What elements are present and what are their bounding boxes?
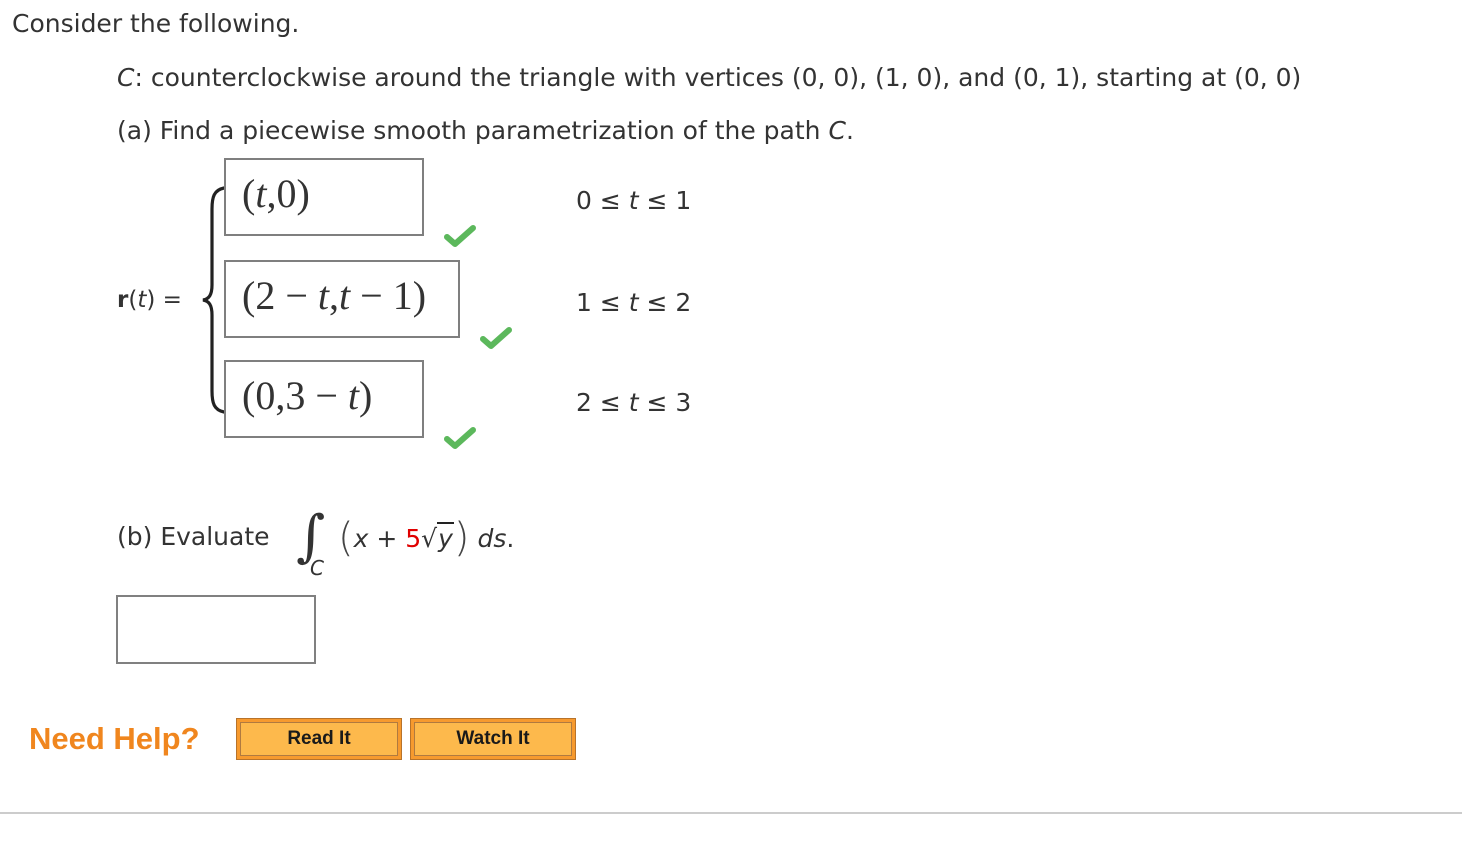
piece-3-answer: (0,3 − t): [242, 373, 373, 418]
curve-description: C: counterclockwise around the triangle …: [117, 63, 1301, 93]
piece-2-answer-field[interactable]: (2 − t,t − 1): [224, 260, 460, 338]
correct-check-icon: [444, 427, 476, 449]
watch-it-label: Watch It: [414, 722, 572, 756]
piece-1-range: 0 ≤ t ≤ 1: [576, 186, 692, 215]
read-it-label: Read It: [240, 722, 398, 756]
piece-2-range: 1 ≤ t ≤ 2: [576, 288, 692, 317]
part-a-prefix: (a) Find a piecewise smooth parametrizat…: [117, 116, 829, 145]
piece-2-answer: (2 − t,t − 1): [242, 273, 427, 318]
curve-symbol: C: [117, 63, 135, 92]
paren-open: (: [128, 287, 138, 313]
need-help-label: Need Help?: [29, 721, 200, 756]
r-of-t-label: r(t) =: [117, 285, 182, 315]
piece-1-answer: (t,0): [242, 171, 310, 216]
correct-check-icon: [480, 327, 512, 349]
intro-text: Consider the following.: [12, 9, 300, 38]
divider: [0, 812, 1462, 814]
part-b-answer-field[interactable]: [116, 595, 316, 664]
read-it-button[interactable]: Read It: [236, 718, 402, 760]
piece-3-range: 2 ≤ t ≤ 3: [576, 388, 692, 417]
equals-sign: =: [155, 287, 182, 313]
r-bold: r: [117, 287, 129, 313]
correct-check-icon: [444, 225, 476, 247]
coefficient: 5: [405, 524, 422, 553]
line-integral-expression: ∫ C (x + 5√y) ds.: [296, 500, 556, 590]
r-var: t: [137, 287, 147, 313]
part-a-symbol: C: [828, 116, 846, 145]
part-b-label: (b) Evaluate: [117, 522, 270, 551]
watch-it-button[interactable]: Watch It: [410, 718, 576, 760]
part-a-prompt: (a) Find a piecewise smooth parametrizat…: [117, 116, 854, 146]
paren-close: ): [146, 287, 156, 313]
sqrt-icon: √: [421, 524, 438, 553]
integral-subscript: C: [310, 556, 324, 580]
integrand: (x + 5√y) ds.: [338, 515, 515, 561]
piece-3-answer-field[interactable]: (0,3 − t): [224, 360, 424, 438]
piece-1-answer-field[interactable]: (t,0): [224, 158, 424, 236]
part-a-suffix: .: [845, 116, 854, 145]
curve-description-text: : counterclockwise around the triangle w…: [134, 63, 1302, 92]
